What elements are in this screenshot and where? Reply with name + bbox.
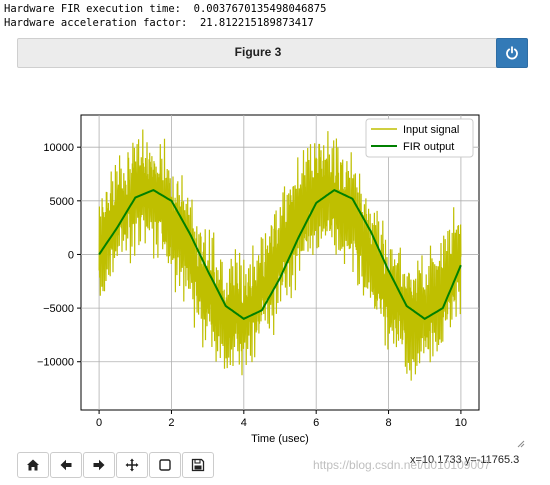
- legend-label-input-signal: Input signal: [403, 124, 459, 136]
- x-tick-label: 10: [455, 417, 467, 429]
- figure-toolbar: [17, 452, 215, 478]
- legend-label-fir-output: FIR output: [403, 141, 454, 153]
- forward-button[interactable]: [83, 452, 115, 478]
- watermark-text: https://blog.csdn.net/u010109007: [313, 458, 491, 472]
- y-tick-label: −10000: [37, 357, 74, 369]
- zoom-to-rect-button[interactable]: [149, 452, 181, 478]
- y-tick-label: 5000: [50, 196, 74, 208]
- x-tick-label: 4: [241, 417, 247, 429]
- save-figure-button[interactable]: [182, 452, 214, 478]
- x-axis-label: Time (usec): [251, 433, 309, 445]
- zoom-rect-icon: [159, 459, 171, 471]
- y-tick-label: 10000: [43, 142, 74, 154]
- y-tick-labels: −10000 −5000 0 5000 10000: [37, 142, 74, 369]
- legend: Input signal FIR output: [365, 118, 474, 158]
- pan-icon: [125, 458, 139, 472]
- save-icon: [191, 458, 205, 472]
- home-icon: [27, 459, 39, 471]
- x-tick-label: 0: [96, 417, 102, 429]
- resize-handle[interactable]: [517, 440, 525, 448]
- x-tick-label: 6: [313, 417, 319, 429]
- x-tick-labels: 0 2 4 6 8 10: [96, 417, 467, 429]
- back-arrow-icon: [60, 459, 72, 471]
- x-tick-label: 8: [385, 417, 391, 429]
- pan-button[interactable]: [116, 452, 148, 478]
- home-button[interactable]: [17, 452, 49, 478]
- forward-arrow-icon: [93, 459, 105, 471]
- y-tick-label: 0: [68, 249, 74, 261]
- back-button[interactable]: [50, 452, 82, 478]
- y-tick-label: −5000: [43, 303, 74, 315]
- x-tick-label: 2: [168, 417, 174, 429]
- figure-canvas[interactable]: 0 2 4 6 8 10 −10000 −5000 0 5000 10000 Time (usec…: [0, 0, 550, 450]
